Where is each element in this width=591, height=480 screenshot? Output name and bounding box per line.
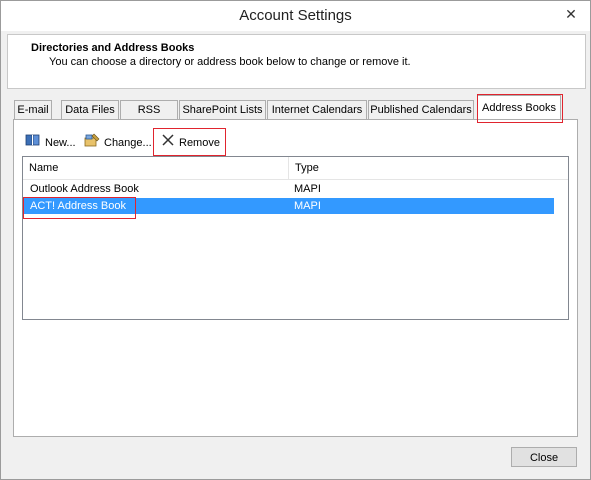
remove-button-label: Remove <box>179 137 220 149</box>
address-book-icon <box>25 133 41 153</box>
header-panel: Directories and Address Books You can ch… <box>7 34 586 89</box>
address-books-panel: New... Change... Remove Name Type Outloo… <box>13 119 578 437</box>
row-type: MAPI <box>294 183 321 195</box>
change-icon <box>84 133 100 153</box>
remove-button[interactable]: Remove <box>161 134 220 152</box>
address-book-list[interactable]: Name Type Outlook Address Book MAPI ACT!… <box>22 156 569 320</box>
tab-published-calendars[interactable]: Published Calendars <box>368 100 474 119</box>
new-button[interactable]: New... <box>25 134 76 152</box>
list-row-selected[interactable]: ACT! Address Book MAPI <box>24 198 554 214</box>
window-title: Account Settings <box>239 7 352 24</box>
header-description: You can choose a directory or address bo… <box>49 56 411 68</box>
list-header: Name Type <box>23 157 568 180</box>
column-header-name[interactable]: Name <box>23 157 288 179</box>
close-button-label: Close <box>529 452 559 464</box>
header-title: Directories and Address Books <box>31 42 195 54</box>
new-button-label: New... <box>45 137 76 149</box>
row-name: ACT! Address Book <box>30 200 126 212</box>
remove-x-icon <box>161 133 175 153</box>
tab-address-books[interactable]: Address Books <box>477 95 561 120</box>
row-name: Outlook Address Book <box>30 183 139 195</box>
close-button[interactable]: Close <box>511 447 577 467</box>
title-bar: Account Settings ✕ <box>1 1 590 31</box>
account-settings-window: Account Settings ✕ Directories and Addre… <box>0 0 591 480</box>
tab-email[interactable]: E-mail <box>14 100 52 119</box>
row-type: MAPI <box>294 200 321 212</box>
tab-internet-calendars[interactable]: Internet Calendars <box>267 100 367 119</box>
change-button-label: Change... <box>104 137 152 149</box>
tab-data-files[interactable]: Data Files <box>61 100 119 119</box>
tab-rss-feeds[interactable]: RSS Feeds <box>120 100 178 135</box>
list-row[interactable]: Outlook Address Book MAPI <box>24 181 554 197</box>
close-icon[interactable]: ✕ <box>558 4 584 24</box>
change-button[interactable]: Change... <box>84 133 152 153</box>
column-header-type[interactable]: Type <box>289 157 489 179</box>
tab-sharepoint-lists[interactable]: SharePoint Lists <box>179 100 266 119</box>
